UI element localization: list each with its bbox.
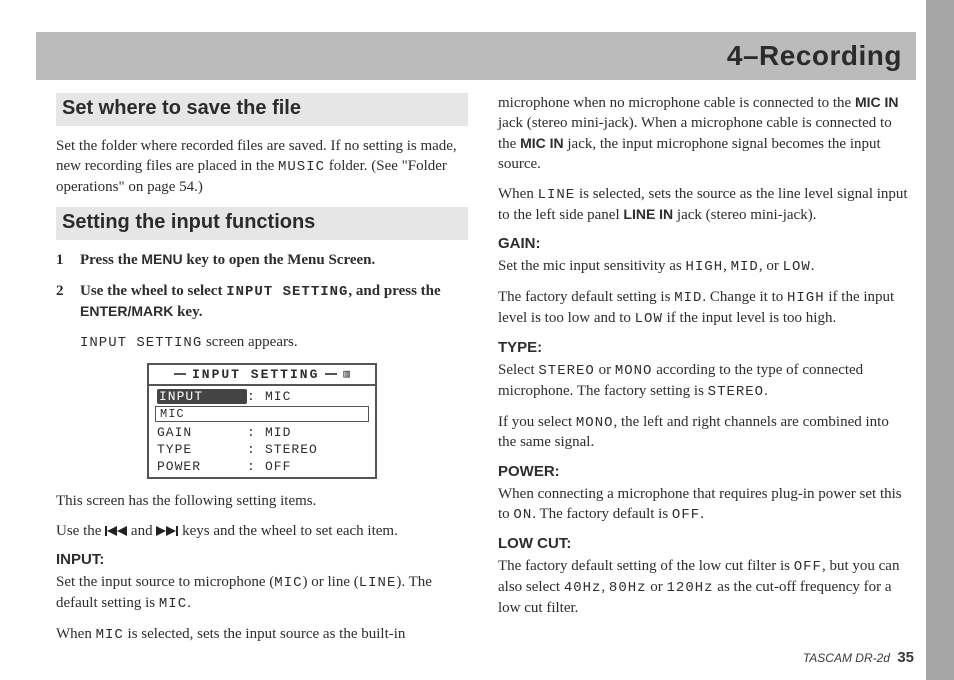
content-columns: Set where to save the file Set the folde… [56, 93, 910, 633]
left-column: Set where to save the file Set the folde… [56, 93, 468, 633]
chapter-header: 4–Recording [36, 32, 916, 80]
input-subheading: INPUT: [56, 551, 468, 568]
para-mic-in-cont: microphone when no microphone cable is c… [498, 93, 910, 174]
power-subheading: POWER: [498, 463, 910, 480]
lcd-rows: INPUT:MIC MIC GAIN:MID TYPE:STEREO POWER… [149, 386, 375, 477]
step-2: 2 Use the wheel to select INPUT SETTING,… [56, 281, 468, 322]
lcd-sub-mic: MIC [155, 406, 369, 422]
input-steps-list: 1 Press the MENU key to open the Menu Sc… [56, 250, 468, 321]
prev-track-icon [105, 525, 127, 537]
type-subheading: TYPE: [498, 339, 910, 356]
gain-subheading: GAIN: [498, 235, 910, 252]
lcd-row-type: TYPE:STEREO [149, 441, 375, 458]
para-save-location: Set the folder where recorded files are … [56, 136, 468, 197]
music-folder-label: MUSIC [278, 159, 325, 175]
product-label: TASCAM DR-2d [803, 651, 890, 665]
lcd-title-bar: INPUT SETTING ▥ [149, 365, 375, 386]
page-footer: TASCAM DR-2d 35 [803, 649, 914, 666]
right-column: microphone when no microphone cable is c… [498, 93, 910, 633]
para-use-keys: Use the and keys and the wheel to set ea… [56, 521, 468, 541]
para-power: When connecting a microphone that requir… [498, 484, 910, 525]
para-gain-default: The factory default setting is MID. Chan… [498, 287, 910, 329]
step-1: 1 Press the MENU key to open the Menu Sc… [56, 250, 468, 270]
step-2-note: INPUT SETTING screen appears. [80, 332, 468, 353]
section-heading-input: Setting the input functions [56, 207, 468, 240]
menu-key-label: MENU [141, 251, 182, 267]
lcd-row-gain: GAIN:MID [149, 424, 375, 441]
line-in-jack-label: LINE IN [623, 206, 673, 222]
battery-icon: ▥ [343, 367, 350, 381]
para-lowcut: The factory default setting of the low c… [498, 556, 910, 618]
para-input-source: Set the input source to microphone (MIC)… [56, 572, 468, 614]
chapter-title: 4–Recording [727, 40, 902, 72]
manual-page: 4–Recording Set where to save the file S… [0, 0, 954, 680]
step-number: 1 [56, 250, 70, 270]
para-line-selected: When LINE is selected, sets the source a… [498, 184, 910, 225]
next-track-icon [156, 525, 178, 537]
page-edge-stripe [926, 0, 954, 680]
enter-mark-key-label: ENTER/MARK [80, 303, 173, 319]
step-number: 2 [56, 281, 70, 322]
page-number: 35 [897, 649, 914, 666]
mic-in-jack-label: MIC IN [855, 94, 899, 110]
para-gain-options: Set the mic input sensitivity as HIGH, M… [498, 256, 910, 277]
lowcut-subheading: LOW CUT: [498, 535, 910, 552]
input-setting-label: INPUT SETTING [226, 284, 348, 300]
para-type-mono: If you select MONO, the left and right c… [498, 412, 910, 453]
lcd-row-power: POWER:OFF [149, 458, 375, 475]
lcd-title-text: INPUT SETTING [192, 367, 319, 382]
lcd-screenshot: INPUT SETTING ▥ INPUT:MIC MIC GAIN:MID [147, 363, 377, 479]
para-setting-items: This screen has the following setting it… [56, 491, 468, 511]
lcd-row-input: INPUT:MIC [149, 388, 375, 405]
section-heading-save: Set where to save the file [56, 93, 468, 126]
para-mic-selected: When MIC is selected, sets the input sou… [56, 624, 468, 645]
para-type-options: Select STEREO or MONO according to the t… [498, 360, 910, 402]
